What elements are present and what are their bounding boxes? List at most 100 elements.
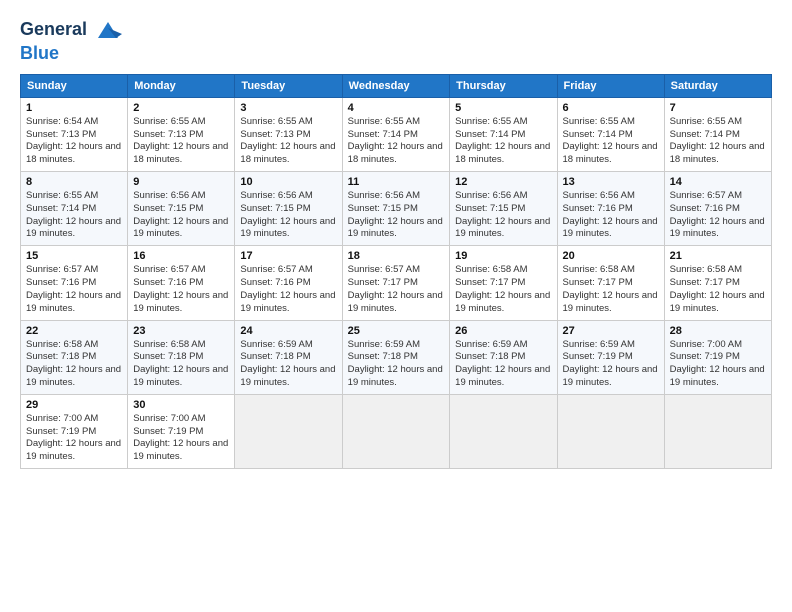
day-number: 12 — [455, 176, 551, 188]
day-info: Sunrise: 6:57 AMSunset: 7:16 PMDaylight:… — [670, 190, 765, 239]
day-number: 29 — [26, 399, 122, 411]
day-number: 21 — [670, 250, 766, 262]
day-info: Sunrise: 6:55 AMSunset: 7:14 PMDaylight:… — [563, 116, 658, 165]
day-info: Sunrise: 6:54 AMSunset: 7:13 PMDaylight:… — [26, 116, 121, 165]
calendar-cell: 4 Sunrise: 6:55 AMSunset: 7:14 PMDayligh… — [342, 97, 450, 171]
day-number: 14 — [670, 176, 766, 188]
day-number: 9 — [133, 176, 229, 188]
day-number: 1 — [26, 102, 122, 114]
day-number: 16 — [133, 250, 229, 262]
calendar-cell: 19 Sunrise: 6:58 AMSunset: 7:17 PMDaylig… — [450, 246, 557, 320]
day-info: Sunrise: 6:55 AMSunset: 7:13 PMDaylight:… — [133, 116, 228, 165]
day-info: Sunrise: 6:56 AMSunset: 7:15 PMDaylight:… — [348, 190, 443, 239]
calendar-cell: 28 Sunrise: 7:00 AMSunset: 7:19 PMDaylig… — [664, 320, 771, 394]
day-number: 15 — [26, 250, 122, 262]
day-info: Sunrise: 6:57 AMSunset: 7:17 PMDaylight:… — [348, 264, 443, 313]
calendar-cell: 25 Sunrise: 6:59 AMSunset: 7:18 PMDaylig… — [342, 320, 450, 394]
day-info: Sunrise: 6:56 AMSunset: 7:15 PMDaylight:… — [133, 190, 228, 239]
day-info: Sunrise: 6:59 AMSunset: 7:18 PMDaylight:… — [455, 339, 550, 388]
page: General Blue Sunday Monday Tuesday — [0, 0, 792, 612]
calendar-cell: 16 Sunrise: 6:57 AMSunset: 7:16 PMDaylig… — [128, 246, 235, 320]
day-number: 4 — [348, 102, 445, 114]
day-number: 18 — [348, 250, 445, 262]
calendar-cell: 3 Sunrise: 6:55 AMSunset: 7:13 PMDayligh… — [235, 97, 342, 171]
calendar-cell — [664, 394, 771, 468]
day-info: Sunrise: 6:58 AMSunset: 7:17 PMDaylight:… — [563, 264, 658, 313]
day-info: Sunrise: 6:56 AMSunset: 7:15 PMDaylight:… — [240, 190, 335, 239]
day-info: Sunrise: 6:55 AMSunset: 7:13 PMDaylight:… — [240, 116, 335, 165]
calendar-table: Sunday Monday Tuesday Wednesday Thursday… — [20, 74, 772, 469]
calendar-cell: 5 Sunrise: 6:55 AMSunset: 7:14 PMDayligh… — [450, 97, 557, 171]
calendar-cell: 21 Sunrise: 6:58 AMSunset: 7:17 PMDaylig… — [664, 246, 771, 320]
day-number: 7 — [670, 102, 766, 114]
day-info: Sunrise: 7:00 AMSunset: 7:19 PMDaylight:… — [133, 413, 228, 462]
calendar-week-row: 22 Sunrise: 6:58 AMSunset: 7:18 PMDaylig… — [21, 320, 772, 394]
day-number: 10 — [240, 176, 336, 188]
day-number: 6 — [563, 102, 659, 114]
header-tuesday: Tuesday — [235, 74, 342, 97]
day-number: 28 — [670, 325, 766, 337]
calendar-week-row: 15 Sunrise: 6:57 AMSunset: 7:16 PMDaylig… — [21, 246, 772, 320]
day-info: Sunrise: 6:55 AMSunset: 7:14 PMDaylight:… — [26, 190, 121, 239]
header-sunday: Sunday — [21, 74, 128, 97]
calendar-cell: 30 Sunrise: 7:00 AMSunset: 7:19 PMDaylig… — [128, 394, 235, 468]
calendar-cell: 15 Sunrise: 6:57 AMSunset: 7:16 PMDaylig… — [21, 246, 128, 320]
day-info: Sunrise: 6:59 AMSunset: 7:18 PMDaylight:… — [240, 339, 335, 388]
day-info: Sunrise: 7:00 AMSunset: 7:19 PMDaylight:… — [670, 339, 765, 388]
calendar-cell: 1 Sunrise: 6:54 AMSunset: 7:13 PMDayligh… — [21, 97, 128, 171]
day-info: Sunrise: 6:58 AMSunset: 7:17 PMDaylight:… — [455, 264, 550, 313]
day-number: 24 — [240, 325, 336, 337]
calendar-cell: 12 Sunrise: 6:56 AMSunset: 7:15 PMDaylig… — [450, 172, 557, 246]
calendar-cell: 7 Sunrise: 6:55 AMSunset: 7:14 PMDayligh… — [664, 97, 771, 171]
day-number: 2 — [133, 102, 229, 114]
day-number: 3 — [240, 102, 336, 114]
calendar-week-row: 29 Sunrise: 7:00 AMSunset: 7:19 PMDaylig… — [21, 394, 772, 468]
calendar-cell: 24 Sunrise: 6:59 AMSunset: 7:18 PMDaylig… — [235, 320, 342, 394]
logo-general-text: General — [20, 19, 87, 39]
day-info: Sunrise: 6:57 AMSunset: 7:16 PMDaylight:… — [26, 264, 121, 313]
calendar-cell — [557, 394, 664, 468]
calendar-cell: 9 Sunrise: 6:56 AMSunset: 7:15 PMDayligh… — [128, 172, 235, 246]
header: General Blue — [20, 16, 772, 64]
calendar-cell: 14 Sunrise: 6:57 AMSunset: 7:16 PMDaylig… — [664, 172, 771, 246]
logo-blue-text: Blue — [20, 43, 59, 63]
day-number: 8 — [26, 176, 122, 188]
day-info: Sunrise: 6:55 AMSunset: 7:14 PMDaylight:… — [348, 116, 443, 165]
day-info: Sunrise: 6:58 AMSunset: 7:18 PMDaylight:… — [26, 339, 121, 388]
day-number: 11 — [348, 176, 445, 188]
day-info: Sunrise: 6:55 AMSunset: 7:14 PMDaylight:… — [455, 116, 550, 165]
calendar-week-row: 8 Sunrise: 6:55 AMSunset: 7:14 PMDayligh… — [21, 172, 772, 246]
calendar-cell: 18 Sunrise: 6:57 AMSunset: 7:17 PMDaylig… — [342, 246, 450, 320]
day-info: Sunrise: 6:56 AMSunset: 7:16 PMDaylight:… — [563, 190, 658, 239]
calendar-cell — [342, 394, 450, 468]
calendar-cell — [235, 394, 342, 468]
day-info: Sunrise: 7:00 AMSunset: 7:19 PMDaylight:… — [26, 413, 121, 462]
calendar-cell: 22 Sunrise: 6:58 AMSunset: 7:18 PMDaylig… — [21, 320, 128, 394]
day-number: 20 — [563, 250, 659, 262]
calendar-header-row: Sunday Monday Tuesday Wednesday Thursday… — [21, 74, 772, 97]
header-saturday: Saturday — [664, 74, 771, 97]
day-info: Sunrise: 6:59 AMSunset: 7:18 PMDaylight:… — [348, 339, 443, 388]
day-number: 5 — [455, 102, 551, 114]
header-monday: Monday — [128, 74, 235, 97]
day-number: 19 — [455, 250, 551, 262]
day-info: Sunrise: 6:59 AMSunset: 7:19 PMDaylight:… — [563, 339, 658, 388]
logo-icon — [94, 16, 122, 44]
day-info: Sunrise: 6:57 AMSunset: 7:16 PMDaylight:… — [133, 264, 228, 313]
day-number: 25 — [348, 325, 445, 337]
day-number: 23 — [133, 325, 229, 337]
calendar-cell: 26 Sunrise: 6:59 AMSunset: 7:18 PMDaylig… — [450, 320, 557, 394]
day-number: 30 — [133, 399, 229, 411]
calendar-cell: 29 Sunrise: 7:00 AMSunset: 7:19 PMDaylig… — [21, 394, 128, 468]
calendar-cell: 23 Sunrise: 6:58 AMSunset: 7:18 PMDaylig… — [128, 320, 235, 394]
day-number: 22 — [26, 325, 122, 337]
header-friday: Friday — [557, 74, 664, 97]
day-info: Sunrise: 6:56 AMSunset: 7:15 PMDaylight:… — [455, 190, 550, 239]
calendar-cell: 11 Sunrise: 6:56 AMSunset: 7:15 PMDaylig… — [342, 172, 450, 246]
calendar-cell: 17 Sunrise: 6:57 AMSunset: 7:16 PMDaylig… — [235, 246, 342, 320]
logo: General Blue — [20, 16, 122, 64]
calendar-cell: 10 Sunrise: 6:56 AMSunset: 7:15 PMDaylig… — [235, 172, 342, 246]
header-thursday: Thursday — [450, 74, 557, 97]
day-info: Sunrise: 6:57 AMSunset: 7:16 PMDaylight:… — [240, 264, 335, 313]
calendar-cell: 6 Sunrise: 6:55 AMSunset: 7:14 PMDayligh… — [557, 97, 664, 171]
